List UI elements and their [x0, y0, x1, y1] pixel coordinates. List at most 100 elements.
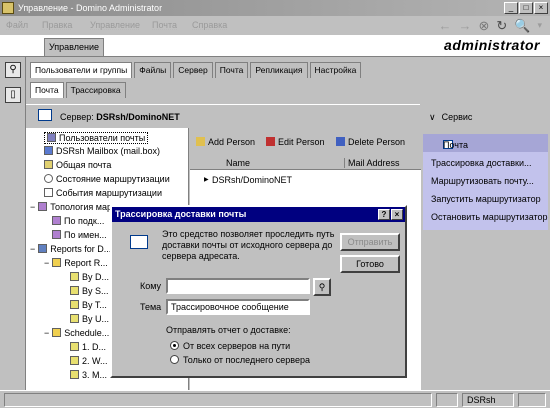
tool-start-router[interactable]: Запустить маршрутизатор: [431, 194, 541, 204]
tools-header[interactable]: Сервис: [429, 112, 473, 123]
column-name[interactable]: Name: [226, 158, 250, 168]
stop-icon[interactable]: ⊗: [478, 19, 489, 32]
tab-tracing[interactable]: Трассировка: [65, 82, 126, 98]
report-icon: [70, 272, 79, 281]
report-icon: [70, 370, 79, 379]
edit-person-button[interactable]: Edit Person: [266, 137, 325, 147]
pencil-icon: [266, 137, 275, 146]
minimize-button[interactable]: _: [504, 2, 518, 14]
search-icon[interactable]: 🔍: [514, 19, 530, 32]
tool-trace-delivery[interactable]: Трассировка доставки...: [431, 158, 532, 168]
document-icon: [44, 188, 53, 197]
tab-mail-sub[interactable]: Почта: [30, 82, 64, 98]
tree-item-reports[interactable]: − Reports for D...: [30, 244, 111, 254]
action-bar: Add Person Edit Person Delete Person: [190, 128, 421, 156]
trace-delivery-dialog: Трассировка доставки почты ? × Это средс…: [110, 205, 407, 378]
close-button[interactable]: ×: [534, 2, 548, 14]
menu-manage[interactable]: Управление: [90, 20, 140, 30]
tree-item-monthly[interactable]: 3. M...: [70, 370, 107, 380]
maximize-button[interactable]: □: [519, 2, 533, 14]
menu-edit[interactable]: Правка: [42, 20, 72, 30]
tree-item-by-subnet[interactable]: По подк...: [52, 216, 104, 226]
tree-item-by-date[interactable]: By D...: [70, 272, 109, 282]
report-label: Отправлять отчет о доставке:: [166, 325, 291, 335]
help-button[interactable]: ?: [378, 209, 390, 220]
to-field[interactable]: [166, 278, 310, 294]
tab-administration[interactable]: Управление: [44, 38, 104, 56]
app-icon[interactable]: [2, 2, 14, 14]
server-name: DSRsh/DominoNET: [96, 112, 180, 122]
tree-item-weekly[interactable]: 2. W...: [70, 356, 108, 366]
status-server[interactable]: DSRsh: [462, 393, 514, 407]
server-icon: [38, 109, 52, 121]
back-arrow-icon[interactable]: ←: [438, 19, 451, 32]
tab-users-groups[interactable]: Пользователи и группы: [30, 62, 133, 78]
tree-item-routing-status[interactable]: Состояние маршрутизации: [44, 174, 170, 184]
tab-mail[interactable]: Почта: [214, 62, 249, 78]
tree-item-routing-events[interactable]: События маршрутизации: [44, 188, 162, 198]
status-bar: DSRsh: [0, 390, 550, 408]
mail-tools-list: Трассировка доставки... Маршрутизовать п…: [423, 152, 548, 230]
chevron-down-icon[interactable]: ▾: [537, 19, 542, 32]
inbox-icon[interactable]: [518, 393, 546, 407]
tool-route-mail[interactable]: Маршрутизовать почту...: [431, 176, 534, 186]
users-icon: [47, 133, 56, 142]
mail-tools-section[interactable]: Почта: [423, 134, 548, 152]
topology-icon: [38, 202, 48, 211]
tab-configuration[interactable]: Настройка: [309, 62, 362, 78]
send-button[interactable]: Отправить: [340, 233, 400, 251]
report-icon: [70, 286, 79, 295]
dialog-close-button[interactable]: ×: [391, 209, 403, 220]
tree-item-mailbox[interactable]: DSRsh Mailbox (mail.box): [44, 146, 160, 156]
dialog-description: Это средство позволяет проследить путь д…: [162, 229, 335, 261]
add-person-button[interactable]: Add Person: [196, 137, 255, 147]
report-icon: [70, 300, 79, 309]
tools-panel: Сервис Почта Трассировка доставки... Мар…: [421, 104, 550, 390]
table-header: Name Mail Address: [190, 156, 421, 170]
refresh-icon[interactable]: ↻: [496, 19, 507, 32]
menu-file[interactable]: Файл: [6, 20, 28, 30]
tree-item-daily[interactable]: 1. D...: [70, 342, 106, 352]
server-bar: Сервер: DSRsh/DominoNET: [26, 104, 420, 128]
tree-item-by-server[interactable]: By S...: [70, 286, 109, 296]
title-bar: Управление - Domino Administrator _ □ ×: [0, 0, 550, 16]
table-row[interactable]: DSRsh/DominoNET: [204, 175, 292, 185]
menu-help[interactable]: Справка: [192, 20, 227, 30]
tree-item-by-type[interactable]: By T...: [70, 300, 107, 310]
tree-item-by-name[interactable]: По имен...: [52, 230, 107, 240]
tree-item-scheduled[interactable]: − Schedule...: [44, 328, 109, 338]
dialog-title: Трассировка доставки почты: [112, 207, 405, 222]
forward-arrow-icon[interactable]: →: [458, 19, 471, 32]
column-mail-address[interactable]: Mail Address: [344, 158, 400, 168]
delete-person-button[interactable]: Delete Person: [336, 137, 405, 147]
database-icon: [44, 160, 53, 169]
tree-item-report-results[interactable]: − Report R...: [44, 258, 108, 268]
tree-item-by-user[interactable]: By U...: [70, 314, 109, 324]
address-book-button[interactable]: ⚲: [313, 278, 331, 296]
delete-icon: [336, 137, 345, 146]
network-icon[interactable]: [436, 393, 458, 407]
report-icon: [70, 314, 79, 323]
main-tabs: Пользователи и группы Файлы Сервер Почта…: [30, 62, 363, 78]
subject-field[interactable]: Трассировочное сообщение: [166, 299, 310, 315]
done-button[interactable]: Готово: [340, 255, 400, 273]
sub-tabs: Почта Трассировка: [30, 82, 128, 98]
add-person-icon: [196, 137, 205, 146]
tree-item-shared-mail[interactable]: Общая почта: [44, 160, 111, 170]
radio-all-servers[interactable]: От всех серверов на пути: [170, 341, 290, 351]
menu-mail[interactable]: Почта: [152, 20, 177, 30]
tree-item-mail-users[interactable]: Пользователи почты: [44, 132, 149, 144]
bookmark-icon[interactable]: ▯: [5, 87, 21, 103]
topology-icon: [52, 230, 61, 239]
subject-label: Тема: [140, 302, 162, 312]
pin-icon[interactable]: ⚲: [5, 62, 21, 78]
left-bookmark-bar: ⚲ ▯: [0, 57, 26, 390]
tab-files[interactable]: Файлы: [134, 62, 172, 78]
radio-last-server[interactable]: Только от последнего сервера: [170, 355, 310, 365]
tab-replication[interactable]: Репликация: [250, 62, 308, 78]
book-icon: [38, 244, 48, 253]
menu-bar: Файл Правка Управление Почта Справка ← →…: [0, 16, 550, 35]
tab-server[interactable]: Сервер: [173, 62, 213, 78]
tool-stop-router[interactable]: Остановить маршрутизатор: [431, 212, 548, 222]
clock-icon: [44, 174, 53, 183]
